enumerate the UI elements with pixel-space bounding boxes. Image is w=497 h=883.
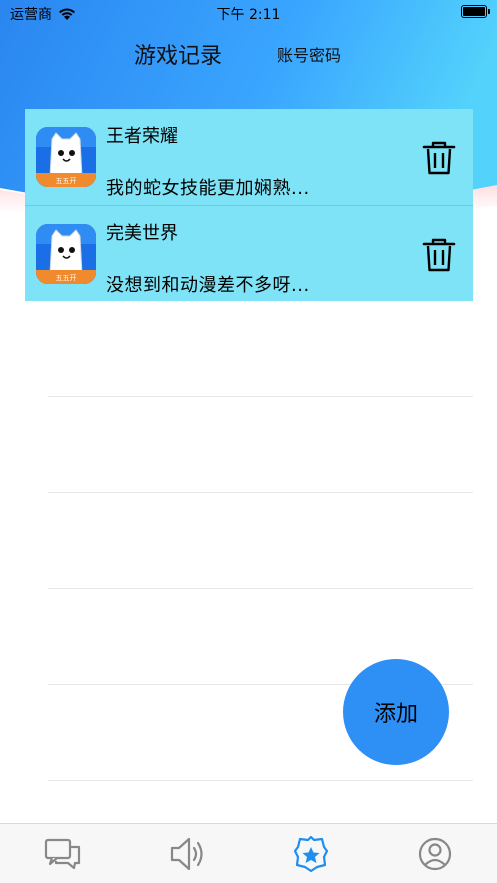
- record-message: 没想到和动漫差不多呀...: [106, 275, 310, 296]
- record-title: 王者荣耀: [106, 126, 178, 147]
- bottom-tab-bar: [0, 823, 497, 883]
- status-bar: 运营商 下午 2:11: [0, 0, 497, 26]
- app-screen: 运营商 下午 2:11 游戏记录 账号密码 五五开 王者荣耀 我的蛇女技能更加娴…: [0, 0, 497, 883]
- trash-icon[interactable]: [421, 237, 457, 273]
- app-icon-badge-text: 五五开: [56, 274, 77, 282]
- add-button[interactable]: 添加: [343, 659, 449, 765]
- app-icon-wuwukai: 五五开: [36, 224, 96, 284]
- add-button-label: 添加: [373, 702, 418, 727]
- list-separator: [48, 780, 473, 781]
- police-badge-icon[interactable]: [291, 834, 331, 874]
- user-icon[interactable]: [415, 834, 455, 874]
- header-tabs: 游戏记录 账号密码: [0, 36, 497, 70]
- trash-icon[interactable]: [421, 140, 457, 176]
- tab-account-password[interactable]: 账号密码: [277, 42, 341, 66]
- app-icon-wuwukai: 五五开: [36, 127, 96, 187]
- battery-level: [463, 7, 485, 16]
- record-title: 完美世界: [106, 223, 178, 244]
- record-card[interactable]: 五五开 王者荣耀 我的蛇女技能更加娴熟...: [25, 109, 473, 205]
- chat-icon[interactable]: [43, 834, 83, 874]
- list-separator: [48, 492, 473, 493]
- battery-icon: [461, 5, 490, 18]
- status-time: 下午 2:11: [216, 7, 281, 23]
- battery-tip: [488, 9, 490, 14]
- list-separator: [48, 396, 473, 397]
- tab-game-records[interactable]: 游戏记录: [134, 38, 222, 70]
- speaker-icon[interactable]: [167, 834, 207, 874]
- record-card[interactable]: 五五开 完美世界 没想到和动漫差不多呀...: [25, 205, 473, 301]
- app-icon-badge-text: 五五开: [56, 177, 77, 185]
- record-message: 我的蛇女技能更加娴熟...: [106, 178, 310, 199]
- list-separator: [48, 588, 473, 589]
